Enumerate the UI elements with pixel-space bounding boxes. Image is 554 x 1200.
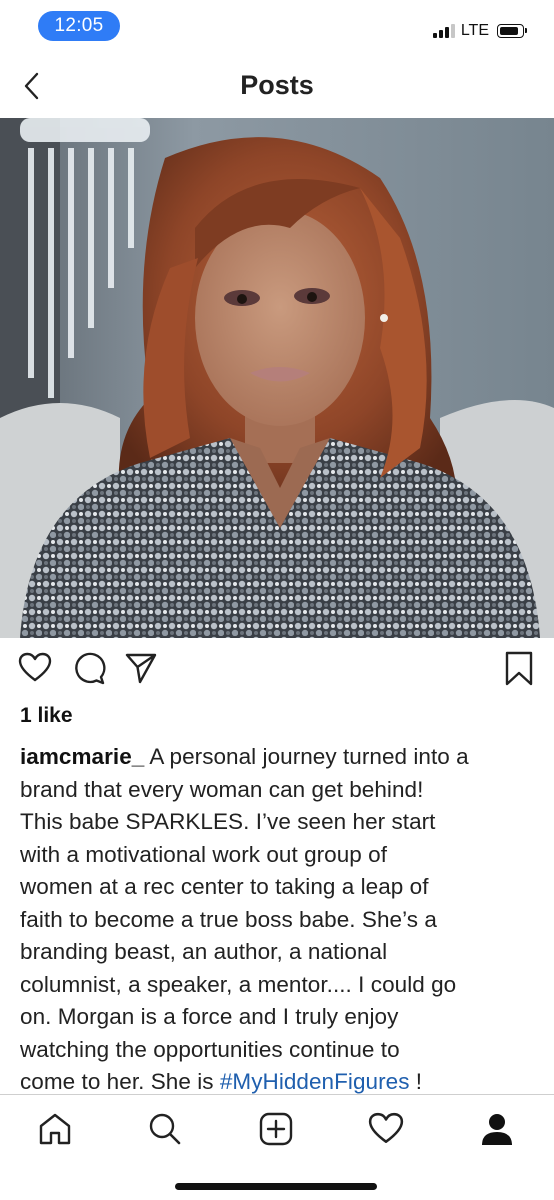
caption-line: come to her. She is [20, 1069, 220, 1094]
caption-line: columnist, a speaker, a mentor.... I cou… [20, 971, 457, 997]
nav-bar: Posts [0, 56, 554, 118]
post-actions [0, 645, 554, 695]
home-icon [39, 1113, 71, 1145]
caption-line: women at a rec center to taking a leap o… [20, 874, 429, 899]
caption-line: This babe SPARKLES. I’ve seen her start [20, 809, 436, 834]
page-title: Posts [240, 70, 314, 100]
caption-line: on. Morgan is a force and I truly enjoy [20, 1004, 399, 1029]
post-caption: iamcmarie_ A personal journey turned int… [20, 741, 540, 1099]
caption-line-end: ! [409, 1069, 423, 1094]
add-post-icon [259, 1112, 293, 1146]
battery-level [500, 27, 518, 35]
bookmark-icon [505, 651, 533, 686]
caption-line: branding beast, an author, a national [20, 939, 388, 964]
post-image[interactable] [0, 118, 554, 638]
comment-button[interactable] [72, 651, 106, 690]
tab-activity[interactable] [366, 1109, 406, 1149]
network-type: LTE [460, 22, 489, 39]
profile-icon [482, 1114, 512, 1145]
cellular-signal-icon [432, 24, 455, 38]
status-bar: 12:05 LTE [0, 0, 554, 56]
activity-heart-icon [368, 1112, 404, 1143]
caption-username[interactable]: iamcmarie_ [20, 744, 144, 769]
caption-line: A personal journey turned into a [144, 744, 469, 769]
status-indicators: LTE [432, 20, 527, 42]
tab-search[interactable] [145, 1109, 185, 1149]
tab-home[interactable] [35, 1109, 75, 1149]
caption-line: brand that every woman can get behind! [20, 776, 424, 802]
caption-line: watching the opportunities continue to [20, 1036, 400, 1062]
hashtag-link[interactable]: #MyHiddenFigures [220, 1069, 410, 1094]
status-time: 12:05 [38, 11, 120, 41]
home-indicator [175, 1183, 377, 1190]
tab-profile[interactable] [477, 1109, 517, 1149]
heart-icon [18, 652, 52, 682]
battery-icon [497, 24, 527, 38]
caption-line: with a motivational work out group of [20, 841, 388, 867]
tab-new-post[interactable] [256, 1109, 296, 1149]
share-icon [125, 653, 157, 684]
save-button[interactable] [504, 651, 534, 692]
caption-line: faith to become a true boss babe. She’s … [20, 906, 437, 932]
share-button[interactable] [124, 651, 158, 690]
search-icon [149, 1113, 181, 1145]
likes-count[interactable]: 1 like [20, 704, 73, 728]
like-button[interactable] [18, 651, 52, 690]
comment-icon [75, 652, 106, 685]
